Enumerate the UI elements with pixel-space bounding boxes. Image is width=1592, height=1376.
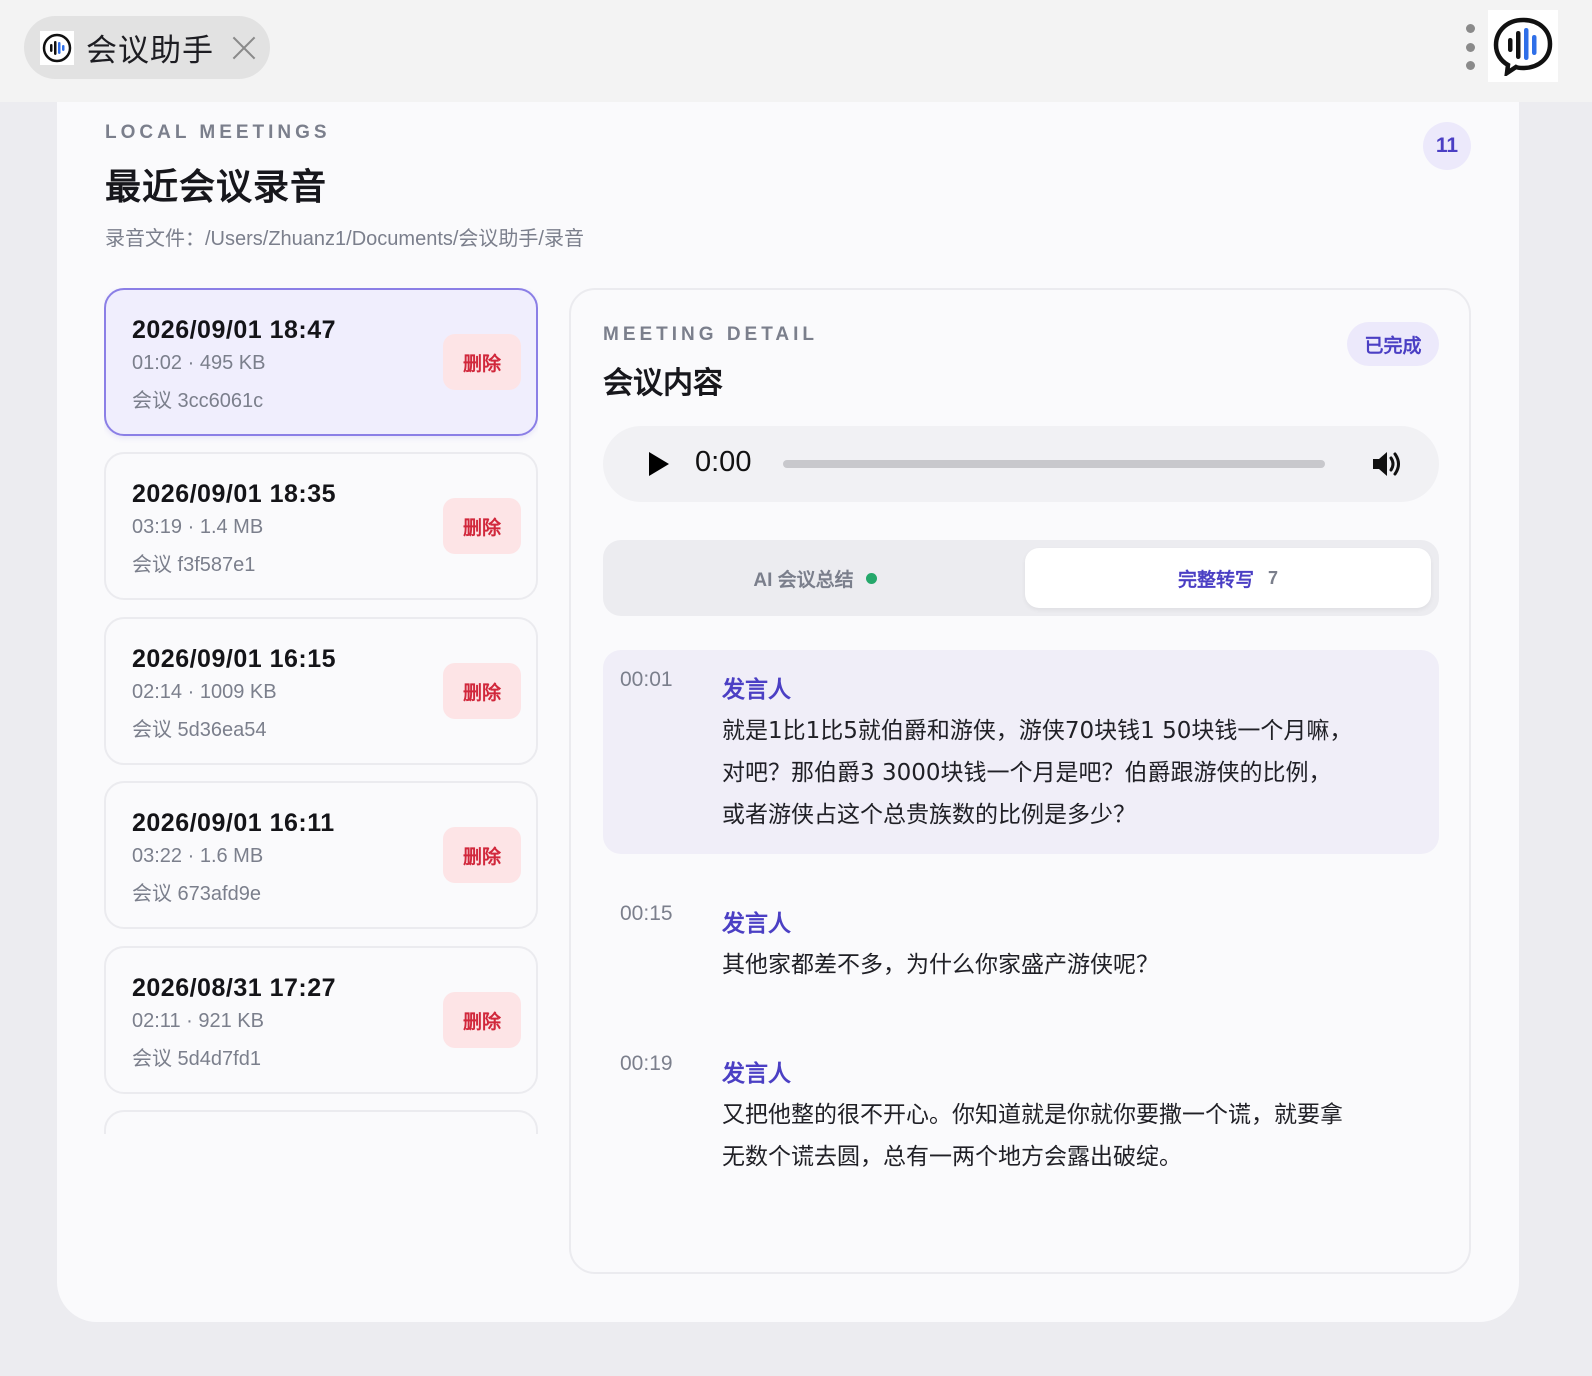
transcript-segment[interactable]: 00:19 发言人 又把他整的很不开心。你知道就是你就你要撒一个谎，就要拿 无数… xyxy=(603,1034,1439,1194)
transcript-count: 7 xyxy=(1268,567,1279,588)
transcript-segment[interactable]: 00:01 发言人 就是1比1比5就伯爵和游侠，游侠70块钱1 50块钱一个月嘛… xyxy=(603,650,1439,854)
status-dot-icon xyxy=(865,572,877,584)
delete-button[interactable]: 删除 xyxy=(443,498,521,554)
meeting-list[interactable]: 2026/09/01 18:47 01:02 · 495 KB 会议 3cc60… xyxy=(104,288,538,1134)
tab-title: 会议助手 xyxy=(86,33,214,68)
segment-line: 或者游侠占这个总贵族数的比例是多少？ xyxy=(722,802,1136,828)
meeting-detail-panel: MEETING DETAIL 会议内容 已完成 0:00 AI 会议总结 完整转… xyxy=(569,288,1471,1274)
segment-speaker: 发言人 xyxy=(722,677,791,703)
segment-line: 就是1比1比5就伯爵和游侠，游侠70块钱1 50块钱一个月嘛， xyxy=(722,718,1353,744)
meeting-date: 2026/09/01 18:47 xyxy=(132,316,337,344)
delete-button[interactable]: 删除 xyxy=(443,992,521,1048)
segment-time: 00:19 xyxy=(620,1052,673,1075)
waveform-chat-icon xyxy=(40,30,74,65)
meeting-id: 会议 f3f587e1 xyxy=(132,554,256,576)
meeting-date: 2026/08/31 17:27 xyxy=(132,974,337,1002)
app-tab[interactable]: 会议助手 xyxy=(24,16,270,79)
meeting-meta: 02:11 · 921 KB xyxy=(132,1010,264,1032)
close-icon[interactable] xyxy=(230,34,258,62)
meeting-meta: 01:02 · 495 KB xyxy=(132,352,266,374)
app-logo xyxy=(1488,10,1558,82)
tab-full-transcript-label: 完整转写 xyxy=(1177,569,1254,591)
page-title: 最近会议录音 xyxy=(105,167,328,208)
meeting-id: 会议 5d36ea54 xyxy=(132,719,267,741)
main-card: LOCAL MEETINGS 最近会议录音 录音文件：/Users/Zhuanz… xyxy=(57,102,1519,1322)
delete-button[interactable]: 删除 xyxy=(443,663,521,719)
meeting-meta: 03:19 · 1.4 MB xyxy=(132,516,264,538)
meeting-item-partial[interactable] xyxy=(104,1110,538,1134)
meeting-date: 2026/09/01 16:15 xyxy=(132,645,337,673)
playback-time: 0:00 xyxy=(695,446,752,478)
meeting-item[interactable]: 2026/09/01 18:47 01:02 · 495 KB 会议 3cc60… xyxy=(104,288,538,436)
tab-full-transcript[interactable]: 完整转写 7 xyxy=(1025,548,1431,608)
seek-bar[interactable] xyxy=(783,460,1325,468)
segment-speaker: 发言人 xyxy=(722,1061,791,1087)
meeting-count-badge: 11 xyxy=(1423,122,1471,170)
detail-eyebrow: MEETING DETAIL xyxy=(603,324,819,345)
segment-text: 又把他整的很不开心。你知道就是你就你要撒一个谎，就要拿 无数个谎去圆，总有一两个… xyxy=(722,1094,1422,1178)
segment-time: 00:15 xyxy=(620,902,673,925)
section-eyebrow: LOCAL MEETINGS xyxy=(105,122,331,143)
recording-path: 录音文件：/Users/Zhuanz1/Documents/会议助手/录音 xyxy=(105,228,584,250)
window-titlebar: 会议助手 xyxy=(0,0,1592,102)
meeting-item[interactable]: 2026/09/01 18:35 03:19 · 1.4 MB 会议 f3f58… xyxy=(104,452,538,600)
meeting-id: 会议 673afd9e xyxy=(132,883,261,905)
meeting-id: 会议 5d4d7fd1 xyxy=(132,1048,261,1070)
delete-button[interactable]: 删除 xyxy=(443,827,521,883)
meeting-date: 2026/09/01 16:11 xyxy=(132,809,335,837)
segment-line: 对吧？那伯爵3 3000块钱一个月是吧？伯爵跟游侠的比例， xyxy=(722,760,1332,786)
transcript-segment[interactable]: 00:15 发言人 其他家都差不多，为什么你家盛产游侠呢？ xyxy=(603,884,1439,994)
meeting-item[interactable]: 2026/09/01 16:15 02:14 · 1009 KB 会议 5d36… xyxy=(104,617,538,765)
meeting-meta: 03:22 · 1.6 MB xyxy=(132,845,264,867)
delete-button[interactable]: 删除 xyxy=(443,334,521,390)
segment-line: 其他家都差不多，为什么你家盛产游侠呢？ xyxy=(722,952,1159,978)
audio-player: 0:00 xyxy=(603,426,1439,502)
play-icon[interactable] xyxy=(645,450,671,478)
detail-title: 会议内容 xyxy=(603,366,723,401)
tab-ai-summary-label: AI 会议总结 xyxy=(753,569,854,591)
segment-line: 又把他整的很不开心。你知道就是你就你要撒一个谎，就要拿 xyxy=(722,1102,1343,1128)
tab-ai-summary[interactable]: AI 会议总结 xyxy=(611,548,1019,608)
volume-icon[interactable] xyxy=(1369,446,1405,482)
segment-time: 00:01 xyxy=(620,668,673,691)
meeting-item[interactable]: 2026/08/31 17:27 02:11 · 921 KB 会议 5d4d7… xyxy=(104,946,538,1094)
more-options-icon[interactable] xyxy=(1458,24,1482,70)
segment-text: 就是1比1比5就伯爵和游侠，游侠70块钱1 50块钱一个月嘛， 对吧？那伯爵3 … xyxy=(722,710,1422,836)
detail-tabs: AI 会议总结 完整转写 7 xyxy=(603,540,1439,616)
meeting-item[interactable]: 2026/09/01 16:11 03:22 · 1.6 MB 会议 673af… xyxy=(104,781,538,929)
meeting-meta: 02:14 · 1009 KB xyxy=(132,681,277,703)
segment-speaker: 发言人 xyxy=(722,911,791,937)
status-badge: 已完成 xyxy=(1347,322,1439,366)
meeting-date: 2026/09/01 18:35 xyxy=(132,480,337,508)
meeting-id: 会议 3cc6061c xyxy=(132,390,264,412)
segment-line: 无数个谎去圆，总有一两个地方会露出破绽。 xyxy=(722,1144,1182,1170)
segment-text: 其他家都差不多，为什么你家盛产游侠呢？ xyxy=(722,944,1422,986)
